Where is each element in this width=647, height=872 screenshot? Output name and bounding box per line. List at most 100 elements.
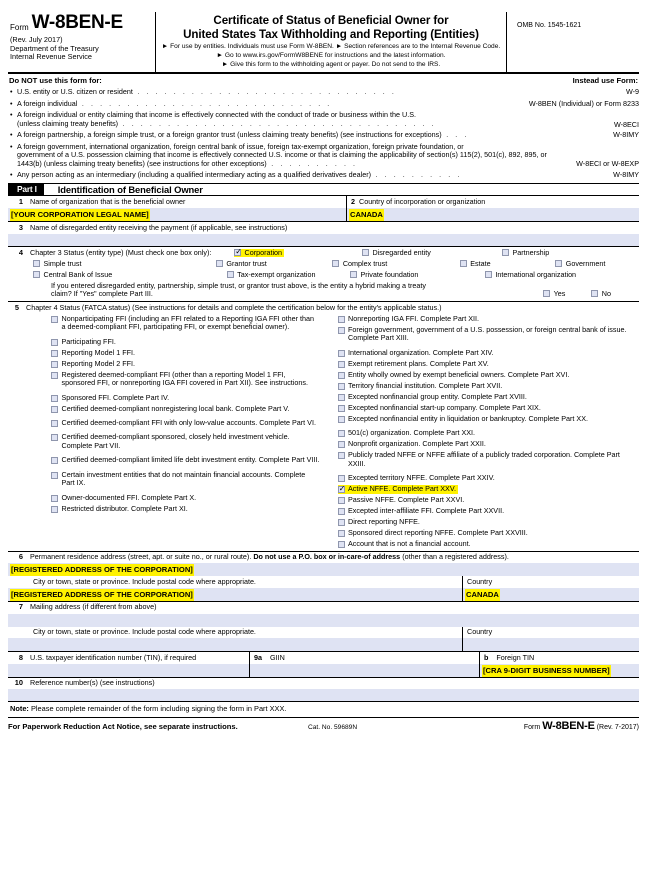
fatca-status-foreign-government-government-of-a-u-s-possessio[interactable]: Foreign government, government of a U.S.… xyxy=(337,325,636,344)
fatca-status-excepted-nonfinancial-start-up-company-complete-[interactable]: Excepted nonfinancial start-up company. … xyxy=(337,403,636,413)
entity-type-tax-exempt-organization[interactable]: Tax-exempt organization xyxy=(226,270,315,279)
checkbox-icon[interactable] xyxy=(33,270,40,278)
checkbox-icon[interactable] xyxy=(337,496,345,504)
fatca-status-501-c-organization-complete-part-xxi[interactable]: 501(c) organization. Complete Part XXI. xyxy=(337,428,636,438)
fatca-status-certified-deemed-compliant-sponsored-closely-hel[interactable]: Certified deemed-compliant sponsored, cl… xyxy=(51,432,320,451)
line-6-street-input[interactable]: [REGISTERED ADDRESS OF THE CORPORATION] xyxy=(8,563,639,577)
checkbox-icon[interactable] xyxy=(51,315,58,323)
checkbox-icon[interactable] xyxy=(337,540,345,548)
checkbox-icon[interactable] xyxy=(337,393,345,401)
fatca-status-passive-nffe-complete-part-xxvi[interactable]: Passive NFFE. Complete Part XXVI. xyxy=(337,495,636,505)
line-1-input[interactable]: [YOUR CORPORATION LEGAL NAME] xyxy=(8,208,347,222)
checkbox-icon[interactable] xyxy=(332,260,340,267)
checkbox-icon[interactable] xyxy=(51,349,58,357)
checkbox-icon[interactable] xyxy=(502,248,509,256)
fatca-status-registered-deemed-compliant-ffi-other-than-a-rep[interactable]: Registered deemed-compliant FFI (other t… xyxy=(51,370,320,389)
fatca-status-exempt-retirement-plans-complete-part-xv[interactable]: Exempt retirement plans. Complete Part X… xyxy=(337,359,636,369)
checkbox-icon[interactable] xyxy=(337,484,346,493)
entity-type-private-foundation[interactable]: Private foundation xyxy=(349,270,418,279)
fatca-status-participating-ffi[interactable]: Participating FFI. xyxy=(51,337,320,347)
entity-type-corporation[interactable]: Corporation xyxy=(234,247,285,258)
line-6-country-input[interactable]: CANADA xyxy=(463,587,639,601)
checkbox-icon[interactable] xyxy=(337,518,345,526)
checkbox-icon[interactable] xyxy=(337,382,345,390)
fatca-status-nonparticipating-ffi-including-an-ffi-related-to[interactable]: Nonparticipating FFI (including an FFI r… xyxy=(51,314,320,333)
checkbox-icon[interactable] xyxy=(215,260,223,267)
checkbox-icon[interactable] xyxy=(337,415,345,423)
entity-type-disregarded-entity[interactable]: Disregarded entity xyxy=(362,248,431,257)
checkbox-icon[interactable] xyxy=(337,315,345,323)
line-2-input[interactable]: CANADA xyxy=(347,208,639,222)
line-8-input[interactable] xyxy=(8,663,250,677)
fatca-status-excepted-nonfinancial-entity-in-liquidation-or-b[interactable]: Excepted nonfinancial entity in liquidat… xyxy=(337,414,636,424)
checkbox-icon[interactable] xyxy=(51,434,58,442)
fatca-status-excepted-nonfinancial-group-entity-complete-part[interactable]: Excepted nonfinancial group entity. Comp… xyxy=(337,392,636,402)
fatca-status-account-that-is-not-a-financial-account[interactable]: Account that is not a financial account. xyxy=(337,539,636,549)
fatca-status-excepted-inter-affiliate-ffi-complete-part-xxvii[interactable]: Excepted inter-affiliate FFI. Complete P… xyxy=(337,506,636,516)
checkbox-icon[interactable] xyxy=(234,247,242,256)
fatca-status-publicly-traded-nffe-or-nffe-affiliate-of-a-publ[interactable]: Publicly traded NFFE or NFFE affiliate o… xyxy=(337,450,636,469)
fatca-status-reporting-model-1-ffi[interactable]: Reporting Model 1 FFI. xyxy=(51,348,320,358)
entity-type-estate[interactable]: Estate xyxy=(459,259,491,268)
checkbox-icon[interactable] xyxy=(337,529,345,537)
entity-type-international-organization[interactable]: International organization xyxy=(484,270,576,279)
hybrid-yes-option[interactable]: Yes xyxy=(543,289,565,298)
entity-type-complex-trust[interactable]: Complex trust xyxy=(332,259,387,268)
checkbox-icon[interactable] xyxy=(337,360,345,368)
fatca-status-reporting-model-2-ffi[interactable]: Reporting Model 2 FFI. xyxy=(51,359,320,369)
checkbox-icon[interactable] xyxy=(337,326,345,334)
fatca-status-nonprofit-organization-complete-part-xxii[interactable]: Nonprofit organization. Complete Part XX… xyxy=(337,439,636,449)
fatca-status-territory-financial-institution-complete-part-xv[interactable]: Territory financial institution. Complet… xyxy=(337,381,636,391)
line-7-country-input[interactable] xyxy=(463,638,639,651)
line-6-city-input[interactable]: [REGISTERED ADDRESS OF THE CORPORATION] xyxy=(8,587,463,601)
checkbox-icon[interactable] xyxy=(337,429,345,437)
fatca-status-entity-wholly-owned-by-exempt-beneficial-owners-[interactable]: Entity wholly owned by exempt beneficial… xyxy=(337,370,636,380)
checkbox-icon[interactable] xyxy=(459,260,467,267)
fatca-status-restricted-distributor-complete-part-xi[interactable]: Restricted distributor. Complete Part XI… xyxy=(51,504,320,514)
checkbox-icon[interactable] xyxy=(51,394,58,402)
checkbox-icon[interactable] xyxy=(337,349,345,357)
hybrid-no-option[interactable]: No xyxy=(591,289,611,298)
checkbox-icon[interactable] xyxy=(51,360,58,368)
checkbox-icon[interactable] xyxy=(362,248,369,256)
checkbox-icon[interactable] xyxy=(349,270,357,278)
fatca-status-excepted-territory-nffe-complete-part-xxiv[interactable]: Excepted territory NFFE. Complete Part X… xyxy=(337,473,636,483)
checkbox-icon[interactable] xyxy=(51,419,58,427)
fatca-status-certified-deemed-compliant-ffi-with-only-low-val[interactable]: Certified deemed-compliant FFI with only… xyxy=(51,418,320,428)
checkbox-icon[interactable] xyxy=(51,457,58,465)
fatca-status-certified-deemed-compliant-limited-life-debt-inv[interactable]: Certified deemed-compliant limited life … xyxy=(51,455,320,465)
checkbox-icon[interactable] xyxy=(337,404,345,412)
entity-type-partnership[interactable]: Partnership xyxy=(502,248,549,257)
line-3-input[interactable] xyxy=(8,233,639,247)
line-7-city-input[interactable] xyxy=(8,638,463,651)
fatca-status-certain-investment-entities-that-do-not-maintain[interactable]: Certain investment entities that do not … xyxy=(51,470,320,489)
entity-type-simple-trust[interactable]: Simple trust xyxy=(33,259,81,268)
fatca-status-certified-deemed-compliant-nonregistering-local-[interactable]: Certified deemed-compliant nonregisterin… xyxy=(51,404,320,414)
checkbox-icon[interactable] xyxy=(51,471,58,479)
checkbox-icon[interactable] xyxy=(33,260,40,267)
checkbox-icon[interactable] xyxy=(337,440,345,448)
fatca-status-sponsored-direct-reporting-nffe-complete-part-xx[interactable]: Sponsored direct reporting NFFE. Complet… xyxy=(337,528,636,538)
fatca-status-direct-reporting-nffe[interactable]: Direct reporting NFFE. xyxy=(337,517,636,527)
entity-type-government[interactable]: Government xyxy=(555,259,605,268)
fatca-status-international-organization-complete-part-xiv[interactable]: International organization. Complete Par… xyxy=(337,348,636,358)
checkbox-icon[interactable] xyxy=(555,260,563,267)
checkbox-icon[interactable] xyxy=(51,338,58,346)
fatca-status-nonreporting-iga-ffi-complete-part-xii[interactable]: Nonreporting IGA FFI. Complete Part XII. xyxy=(337,314,636,324)
checkbox-icon[interactable] xyxy=(543,289,551,297)
line-9a-input[interactable] xyxy=(250,663,480,677)
checkbox-icon[interactable] xyxy=(226,270,234,278)
fatca-status-sponsored-ffi-complete-part-iv[interactable]: Sponsored FFI. Complete Part IV. xyxy=(51,393,320,403)
fatca-status-active-nffe-complete-part-xxv[interactable]: Active NFFE. Complete Part XXV. xyxy=(337,484,458,494)
fatca-status-owner-documented-ffi-complete-part-x[interactable]: Owner-documented FFI. Complete Part X. xyxy=(51,493,320,503)
checkbox-icon[interactable] xyxy=(591,289,599,297)
checkbox-icon[interactable] xyxy=(51,405,58,413)
line-9b-input[interactable]: [CRA 9-DIGIT BUSINESS NUMBER] xyxy=(480,663,639,677)
entity-type-central-bank-of-issue[interactable]: Central Bank of Issue xyxy=(33,270,112,279)
checkbox-icon[interactable] xyxy=(51,494,58,502)
checkbox-icon[interactable] xyxy=(51,371,58,379)
checkbox-icon[interactable] xyxy=(484,270,492,278)
checkbox-icon[interactable] xyxy=(337,451,345,459)
checkbox-icon[interactable] xyxy=(337,371,345,379)
line-7-street-input[interactable] xyxy=(8,613,639,627)
